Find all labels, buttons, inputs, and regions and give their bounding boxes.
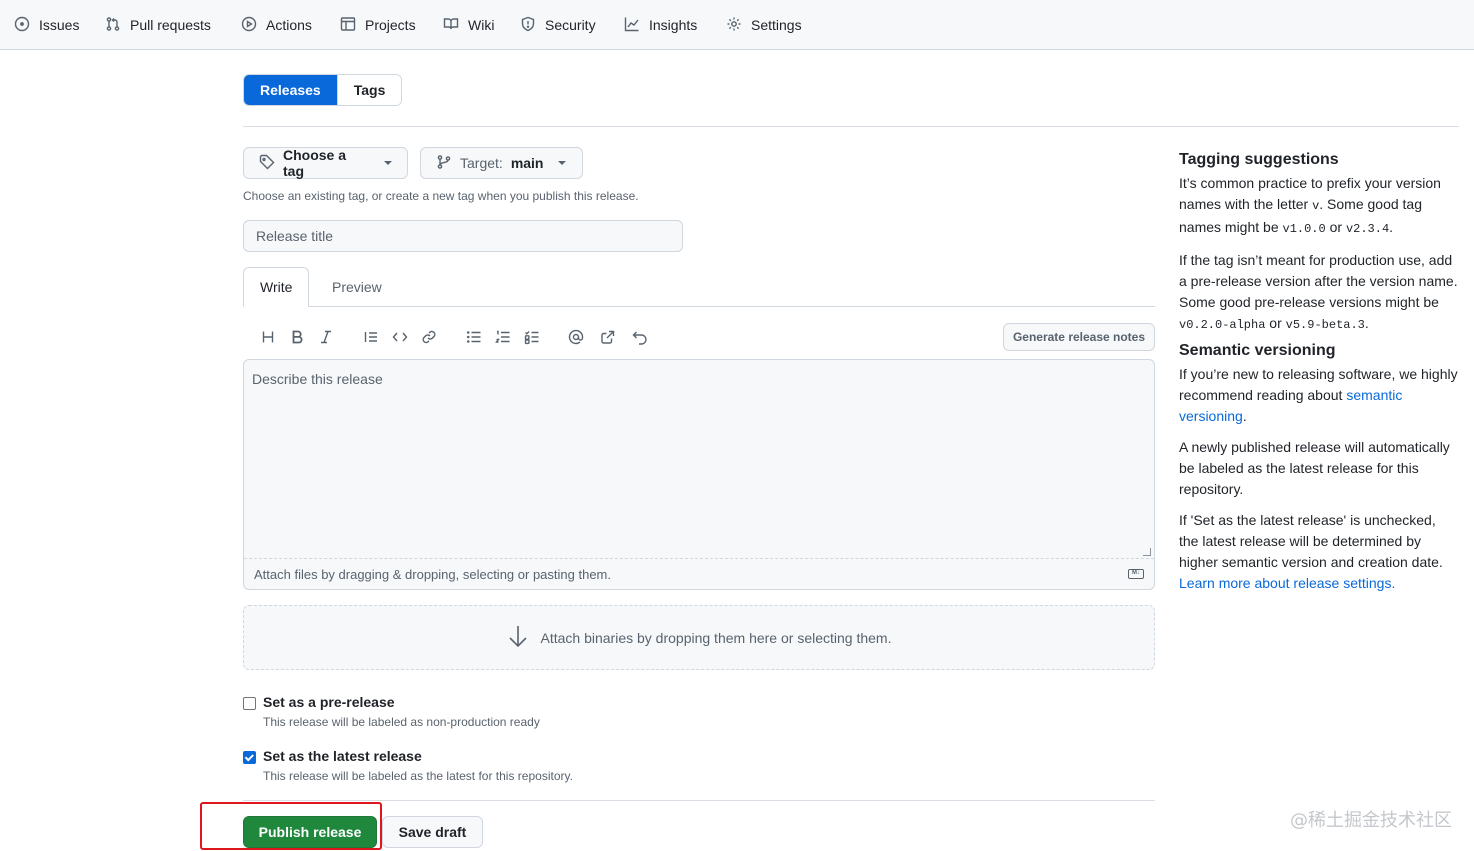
nav-label: Actions bbox=[266, 17, 312, 33]
arrow-down-icon bbox=[507, 624, 529, 651]
markdown-icon: M↓ bbox=[1128, 569, 1144, 579]
semantic-versioning: Semantic versioning If you’re new to rel… bbox=[1179, 341, 1459, 594]
latest-release-note: This release will be labeled as the late… bbox=[263, 769, 573, 783]
divider bbox=[243, 126, 1459, 127]
tab-write[interactable]: Write bbox=[243, 267, 310, 307]
nav-label: Security bbox=[545, 17, 596, 33]
releases-tags-toggle: Releases Tags bbox=[243, 74, 403, 106]
quote-icon[interactable] bbox=[360, 326, 382, 348]
book-icon bbox=[443, 16, 459, 35]
table-icon bbox=[340, 16, 356, 35]
code-icon[interactable] bbox=[389, 326, 411, 348]
learn-more-link[interactable]: Learn more about release settings. bbox=[1179, 575, 1395, 591]
caret-down-icon bbox=[384, 161, 392, 165]
publish-release-button[interactable]: Publish release bbox=[243, 816, 377, 848]
tag-help-text: Choose an existing tag, or create a new … bbox=[243, 189, 639, 203]
nav-label: Pull requests bbox=[130, 17, 211, 33]
attach-files-text: Attach files by dragging & dropping, sel… bbox=[254, 566, 611, 582]
mention-icon[interactable] bbox=[565, 326, 587, 348]
nav-label: Insights bbox=[649, 17, 698, 33]
release-body-editor: Attach files by dragging & dropping, sel… bbox=[243, 359, 1155, 590]
link-icon[interactable] bbox=[418, 326, 440, 348]
target-value: main bbox=[510, 155, 544, 171]
undo-icon[interactable] bbox=[629, 326, 651, 348]
prerelease-note: This release will be labeled as non-prod… bbox=[263, 715, 540, 729]
attach-files-bar[interactable]: Attach files by dragging & dropping, sel… bbox=[244, 558, 1154, 589]
latest-release-checkbox[interactable] bbox=[243, 751, 256, 764]
nav-label: Issues bbox=[39, 17, 80, 33]
tagging-suggestions: Tagging suggestions It’s common practice… bbox=[1179, 150, 1459, 336]
gear-icon bbox=[726, 16, 742, 35]
prerelease-option: Set as a pre-release This release will b… bbox=[243, 694, 540, 729]
latest-release-option: Set as the latest release This release w… bbox=[243, 748, 573, 783]
attach-binaries-text: Attach binaries by dropping them here or… bbox=[540, 629, 892, 646]
ordered-list-icon[interactable] bbox=[492, 326, 514, 348]
target-branch-button[interactable]: Target: main bbox=[420, 147, 583, 179]
latest-release-label[interactable]: Set as the latest release bbox=[263, 748, 573, 764]
bold-icon[interactable] bbox=[286, 326, 308, 348]
git-branch-icon bbox=[436, 154, 452, 173]
git-pull-request-icon bbox=[105, 16, 121, 35]
nav-label: Settings bbox=[751, 17, 802, 33]
semver-paragraph-2: A newly published release will automatic… bbox=[1179, 439, 1450, 497]
tag-icon bbox=[259, 154, 275, 173]
nav-issues[interactable]: Issues bbox=[14, 0, 79, 50]
resize-handle[interactable] bbox=[1143, 548, 1151, 556]
nav-label: Projects bbox=[365, 17, 416, 33]
save-draft-button[interactable]: Save draft bbox=[382, 816, 483, 848]
tagging-paragraph-1: It’s common practice to prefix your vers… bbox=[1179, 175, 1441, 236]
tab-preview[interactable]: Preview bbox=[316, 267, 398, 307]
nav-pull-requests[interactable]: Pull requests bbox=[105, 0, 211, 50]
tagging-paragraph-2: If the tag isn’t meant for production us… bbox=[1179, 252, 1458, 332]
watermark: @稀土掘金技术社区 bbox=[1290, 810, 1452, 831]
nav-security[interactable]: Security bbox=[520, 0, 596, 50]
repo-nav: Issues Pull requests Actions Projects Wi… bbox=[0, 0, 1474, 50]
choose-tag-label: Choose a tag bbox=[283, 147, 347, 179]
semver-paragraph-1: If you’re new to releasing software, we … bbox=[1179, 366, 1458, 424]
nav-actions[interactable]: Actions bbox=[241, 0, 312, 50]
release-title-input[interactable] bbox=[243, 220, 683, 252]
tagging-title: Tagging suggestions bbox=[1179, 151, 1339, 168]
target-label: Target: bbox=[460, 155, 503, 171]
tags-tab[interactable]: Tags bbox=[336, 75, 402, 105]
nav-projects[interactable]: Projects bbox=[340, 0, 416, 50]
semver-paragraph-3: If 'Set as the latest release' is unchec… bbox=[1179, 512, 1443, 570]
nav-insights[interactable]: Insights bbox=[624, 0, 697, 50]
divider bbox=[243, 800, 1155, 801]
semver-title: Semantic versioning bbox=[1179, 342, 1336, 359]
unordered-list-icon[interactable] bbox=[463, 326, 485, 348]
graph-icon bbox=[624, 16, 640, 35]
binaries-dropzone[interactable]: Attach binaries by dropping them here or… bbox=[243, 605, 1155, 670]
task-list-icon[interactable] bbox=[521, 326, 543, 348]
releases-tab[interactable]: Releases bbox=[244, 75, 337, 105]
nav-label: Wiki bbox=[468, 17, 495, 33]
nav-settings[interactable]: Settings bbox=[726, 0, 802, 50]
release-body-textarea[interactable] bbox=[244, 360, 1154, 558]
prerelease-label[interactable]: Set as a pre-release bbox=[263, 694, 540, 710]
italic-icon[interactable] bbox=[315, 326, 337, 348]
heading-icon[interactable] bbox=[257, 326, 279, 348]
generate-release-notes-button[interactable]: Generate release notes bbox=[1003, 323, 1155, 351]
issue-opened-icon bbox=[14, 16, 30, 35]
prerelease-checkbox[interactable] bbox=[243, 697, 256, 710]
cross-reference-icon[interactable] bbox=[597, 326, 619, 348]
caret-down-icon bbox=[557, 161, 566, 165]
choose-tag-button[interactable]: Choose a tag bbox=[243, 147, 408, 179]
shield-icon bbox=[520, 16, 536, 35]
play-icon bbox=[241, 16, 257, 35]
nav-wiki[interactable]: Wiki bbox=[443, 0, 494, 50]
